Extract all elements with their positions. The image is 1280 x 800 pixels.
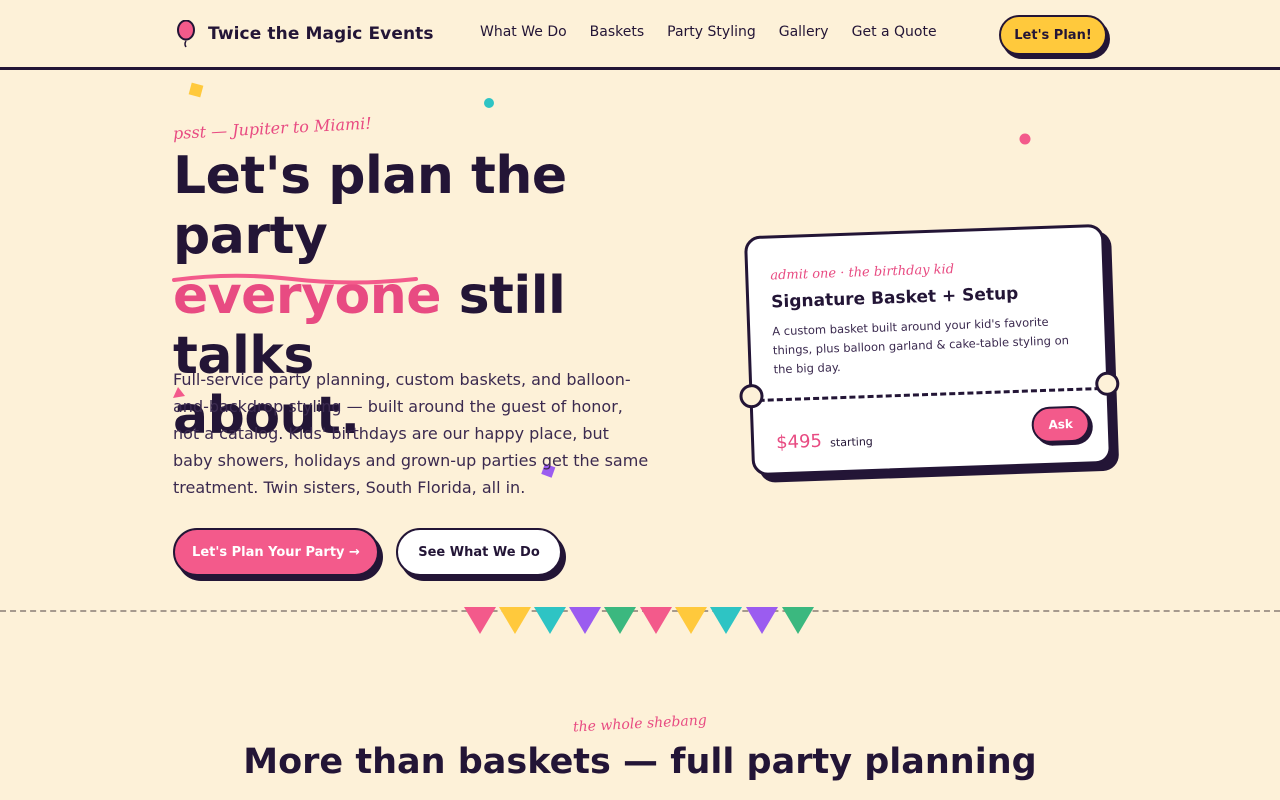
signature-ticket-card: admit one · the birthday kid Signature B…: [739, 223, 1120, 477]
brand-name: Twice the Magic Events: [208, 24, 434, 44]
ticket-admit: admit one · the birthday kid: [770, 262, 955, 284]
nav-party-styling[interactable]: Party Styling: [667, 24, 756, 40]
lets-plan-button[interactable]: Let's Plan!: [999, 15, 1107, 55]
confetti-dot-pink: [1019, 133, 1031, 145]
ticket-price: $495: [775, 430, 823, 454]
main-nav: What We Do Baskets Party Styling Gallery…: [480, 24, 937, 40]
ticket-notch-right: [1094, 371, 1120, 397]
hero-lead: Full-service party planning, custom bask…: [173, 370, 649, 497]
ticket-price-suffix: starting: [829, 434, 874, 450]
section-kicker-text: the whole shebang: [572, 712, 708, 736]
site-header: Twice the Magic Events What We Do Basket…: [0, 0, 1280, 70]
headline-line-1: Let's plan the party: [173, 146, 567, 266]
ask-button[interactable]: Ask: [1031, 405, 1091, 444]
ticket-perforation: [758, 387, 1101, 402]
section-kicker: the whole shebang: [0, 713, 1280, 736]
nav-baskets[interactable]: Baskets: [590, 24, 644, 40]
hero-kicker: psst — Jupiter to Miami!: [172, 113, 373, 143]
plan-your-party-button[interactable]: Let's Plan Your Party →: [173, 528, 379, 576]
bunting-flags: [464, 607, 814, 634]
confetti-dot-teal: [484, 98, 494, 108]
ticket-title: Signature Basket + Setup: [770, 283, 1019, 313]
balloon-icon: [176, 20, 196, 48]
brand-link[interactable]: Twice the Magic Events: [176, 20, 434, 48]
nav-get-a-quote[interactable]: Get a Quote: [852, 24, 937, 40]
see-what-we-do-button[interactable]: See What We Do: [396, 528, 562, 576]
nav-gallery[interactable]: Gallery: [779, 24, 829, 40]
section-heading: More than baskets — full party planning: [243, 742, 1037, 782]
ticket-body: admit one · the birthday kid Signature B…: [743, 223, 1113, 477]
confetti-square-yellow: [188, 82, 204, 98]
headline-underline: [172, 273, 418, 285]
nav-what-we-do[interactable]: What We Do: [480, 24, 567, 40]
ticket-description: A custom basket built around your kid's …: [772, 314, 1070, 377]
